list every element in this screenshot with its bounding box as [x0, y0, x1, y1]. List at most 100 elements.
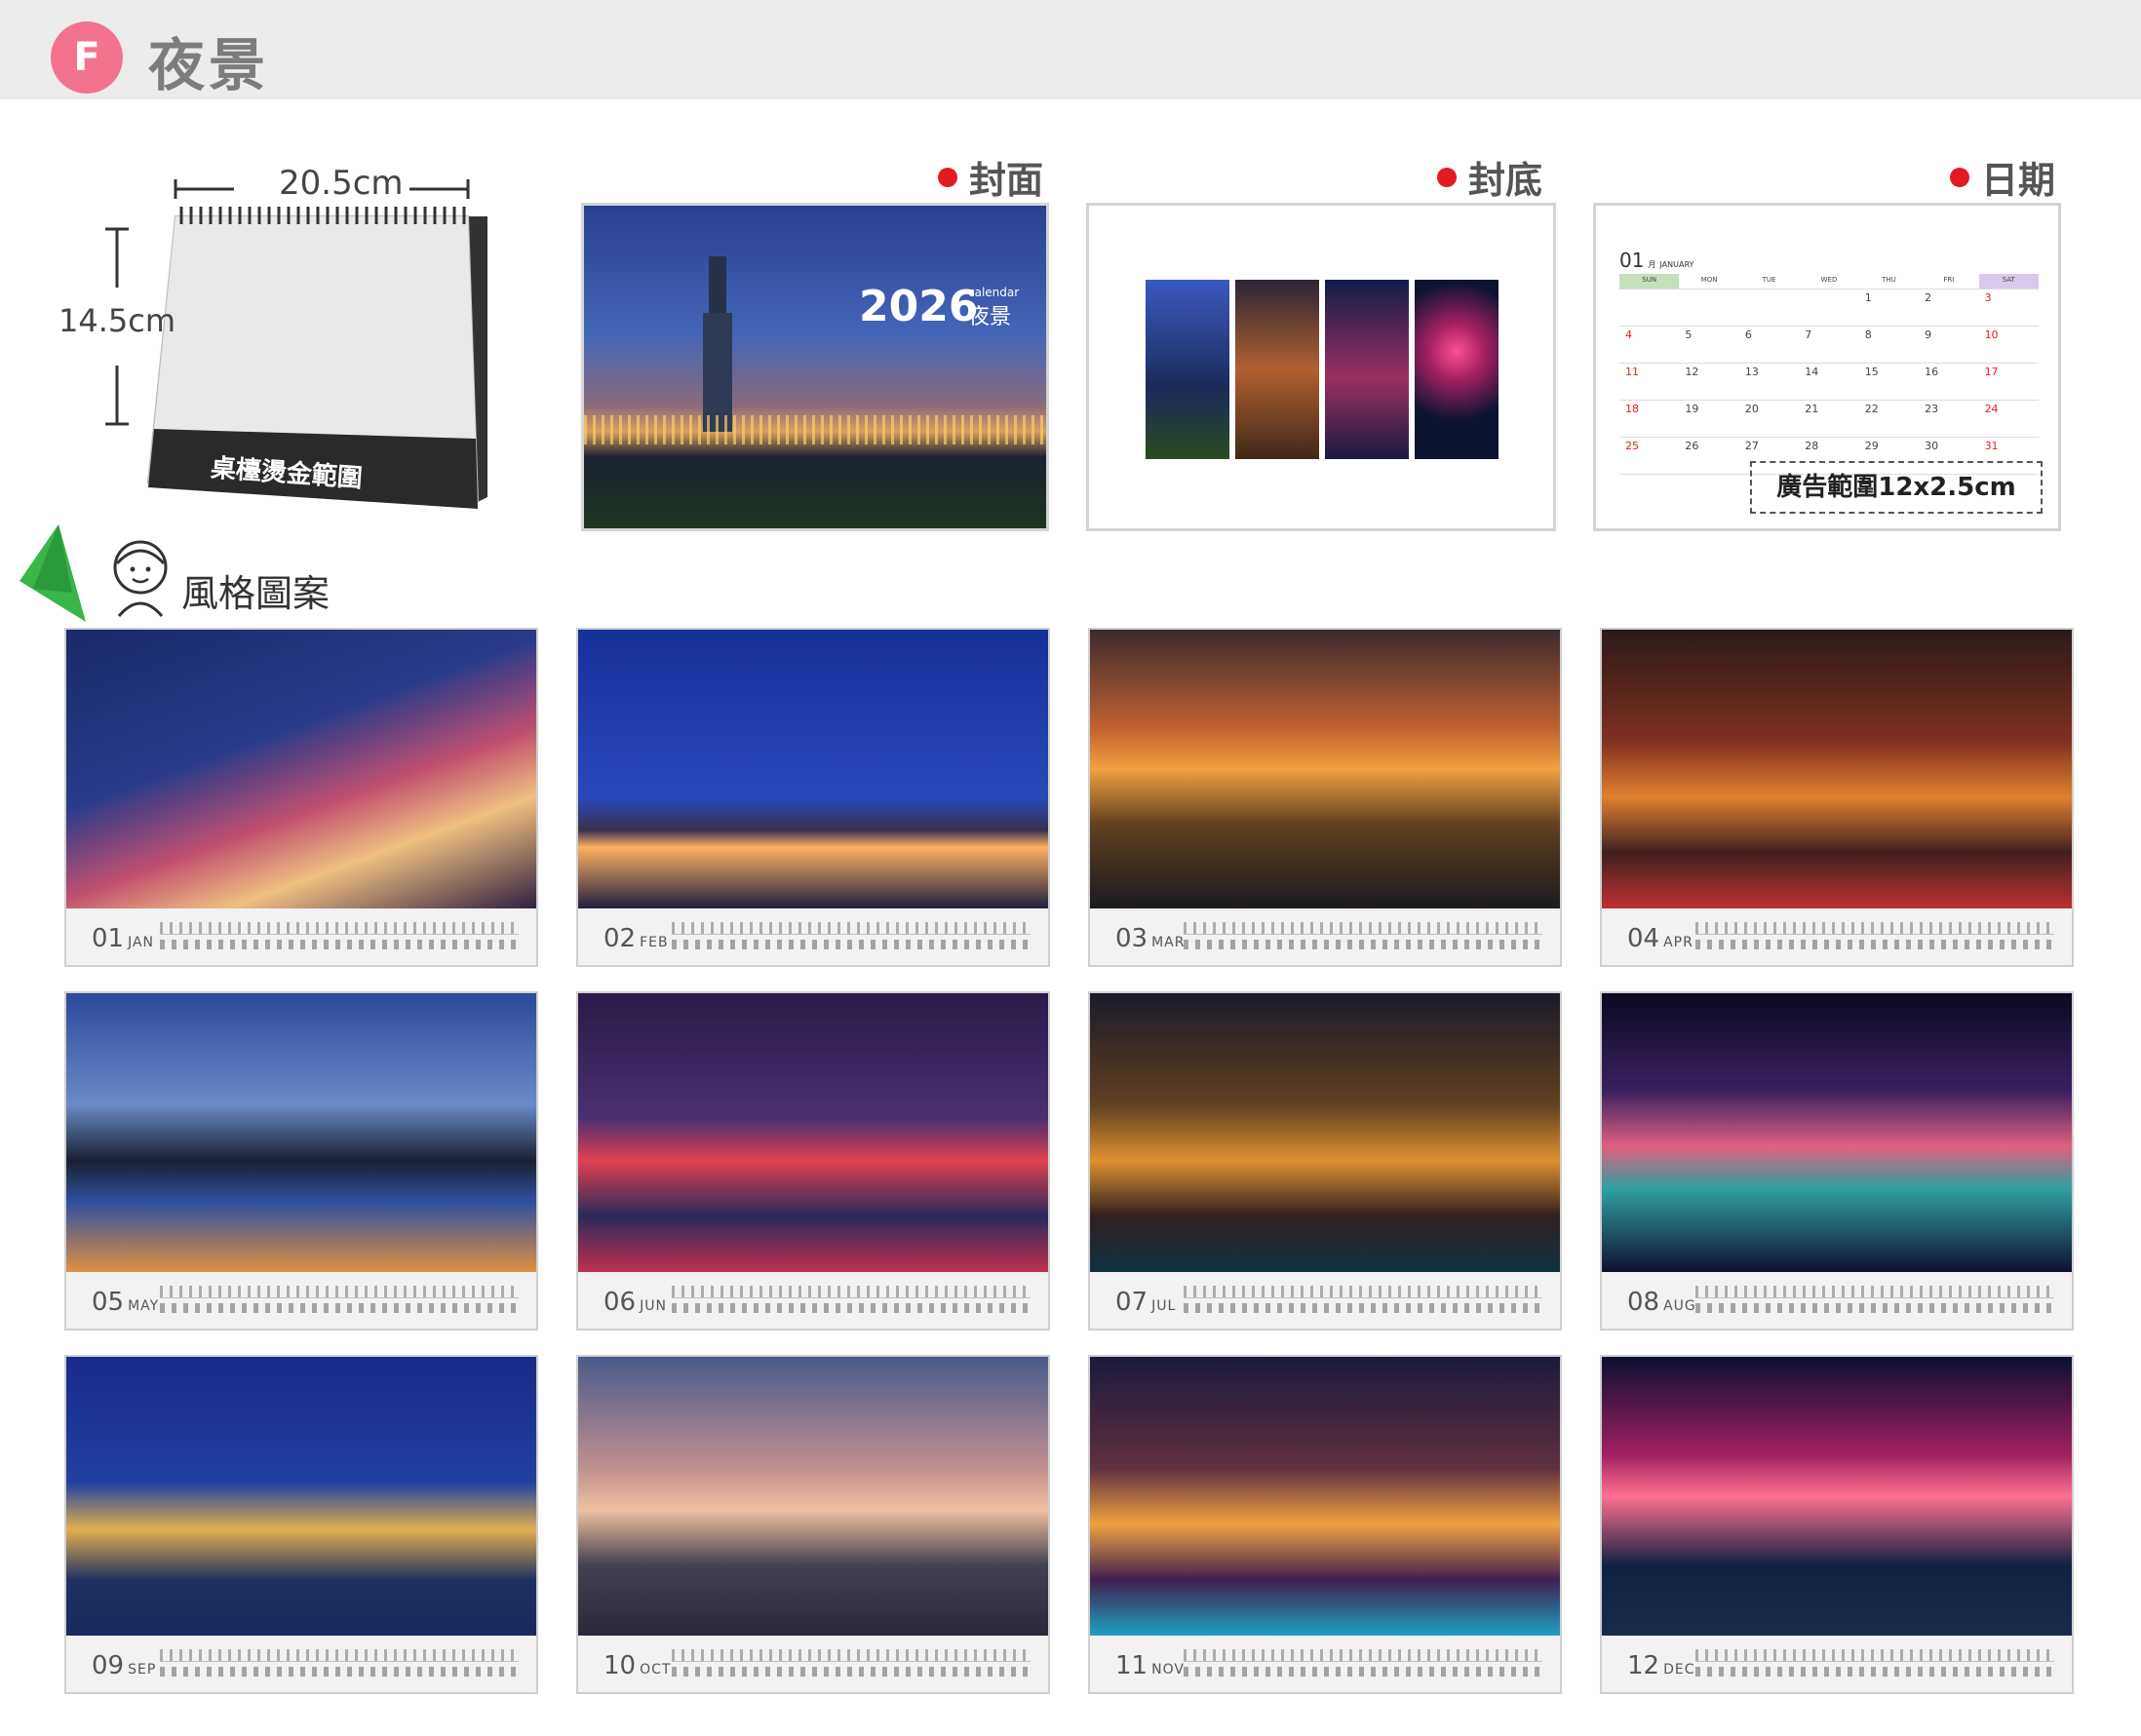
back-thumb-taipei — [1146, 280, 1229, 459]
day-strip — [160, 1649, 519, 1678]
month-strip: 03 MAR — [1090, 908, 1560, 965]
day-cell: 19 — [1679, 401, 1739, 438]
weekday-letters — [672, 1649, 1031, 1662]
date-page-preview: 01 月 JANUARY SUN MON TUE WED THU FRI SAT 12345… — [1593, 203, 2061, 531]
month-strip: 06 JUN — [578, 1272, 1048, 1329]
month-label: 06 JUN — [603, 1288, 667, 1317]
month-strip: 11 NOV — [1090, 1636, 1560, 1692]
back-thumb-fireworks — [1415, 280, 1499, 459]
month-label: 09 SEP — [92, 1651, 156, 1680]
month-card: 02 FEB — [576, 628, 1050, 967]
date-page-title: 01 月 JANUARY — [1619, 249, 1694, 272]
month-label: 02 FEB — [603, 924, 669, 953]
cover-label: 封面 — [938, 150, 1043, 204]
month-name: SEP — [128, 1662, 157, 1678]
month-photo — [1602, 1357, 2072, 1636]
day-cell: 13 — [1738, 364, 1800, 401]
month-name: JUL — [1151, 1298, 1177, 1314]
month-label: 03 MAR — [1115, 924, 1185, 953]
day-cell: 5 — [1679, 327, 1739, 364]
day-cell: 8 — [1858, 327, 1920, 364]
month-number: 05 — [92, 1288, 125, 1317]
day-strip — [1184, 1649, 1542, 1678]
header-bar — [0, 0, 2141, 99]
cover-calendar-word: calendar — [968, 286, 1020, 299]
day-cell: 18 — [1619, 401, 1680, 438]
month-strip: 12 DEC — [1602, 1636, 2072, 1692]
weekday-letters — [1184, 922, 1542, 935]
weekday-cell: MON — [1679, 274, 1739, 289]
day-numbers — [160, 1667, 519, 1677]
day-strip — [1184, 922, 1542, 951]
day-cell: 22 — [1858, 401, 1920, 438]
weekday-cell: FRI — [1919, 274, 1979, 289]
month-card: 10 OCT — [576, 1355, 1050, 1694]
day-numbers — [1695, 1667, 2054, 1677]
weekday-letters — [160, 1649, 519, 1662]
month-photo — [66, 1357, 536, 1636]
date-label: 日期 — [1950, 150, 2055, 204]
cover-preview: 2026 calendar 夜景 — [581, 203, 1049, 531]
day-numbers — [1184, 940, 1542, 949]
month-name: DEC — [1663, 1662, 1695, 1678]
month-card: 04 APR — [1600, 628, 2074, 967]
day-numbers — [160, 940, 519, 949]
weekday-letters — [1184, 1649, 1542, 1662]
red-dot-icon — [938, 167, 957, 187]
day-numbers — [1184, 1303, 1542, 1313]
month-number: 02 — [603, 924, 637, 953]
tree-icon — [19, 524, 86, 622]
month-label: 04 APR — [1627, 924, 1693, 953]
month-number: 10 — [603, 1651, 637, 1680]
month-label: 07 JUL — [1115, 1288, 1176, 1317]
month-number: 08 — [1627, 1288, 1660, 1317]
day-numbers — [1184, 1667, 1542, 1677]
day-cell: 1 — [1858, 289, 1920, 327]
weekday-letters — [672, 922, 1031, 935]
month-strip: 07 JUL — [1090, 1272, 1560, 1329]
day-cell: 14 — [1799, 364, 1859, 401]
month-name: FEB — [640, 935, 669, 950]
day-cell: 7 — [1799, 327, 1859, 364]
day-cell: 25 — [1619, 438, 1680, 475]
day-cell: 10 — [1978, 327, 2039, 364]
month-number: 04 — [1627, 924, 1660, 953]
month-name: AUG — [1663, 1298, 1696, 1314]
cover-year: 2026 — [859, 282, 979, 331]
girl-face-icon — [113, 540, 168, 617]
month-photo — [66, 630, 536, 908]
red-dot-icon — [1437, 167, 1457, 187]
month-photo — [578, 993, 1048, 1272]
month-name: JUN — [640, 1298, 667, 1314]
month-number: 01 — [92, 924, 125, 953]
weekday-letters — [1695, 1286, 2054, 1298]
day-strip — [672, 922, 1031, 951]
weekday-cell: TUE — [1738, 274, 1800, 289]
month-card: 03 MAR — [1088, 628, 1562, 967]
weekday-letters — [1695, 922, 2054, 935]
month-label: 11 NOV — [1115, 1651, 1185, 1680]
month-card: 06 JUN — [576, 991, 1050, 1331]
day-strip — [1695, 1286, 2054, 1315]
day-grid: 1 2 3 4 5 6 7 8 9 10 11 12 13 14 15 16 17 18 19 20 21 22 23 24 2… — [1619, 289, 2039, 475]
month-strip: 09 SEP — [66, 1636, 536, 1692]
month-photo — [1602, 993, 2072, 1272]
cover-theme: 夜景 — [968, 305, 1012, 329]
month-strip: 02 FEB — [578, 908, 1048, 965]
month-strip: 01 JAN — [66, 908, 536, 965]
day-numbers — [672, 940, 1031, 949]
month-card: 01 JAN — [64, 628, 538, 967]
day-cell: 17 — [1978, 364, 2039, 401]
day-cell — [1738, 289, 1800, 327]
month-number: 06 — [603, 1288, 637, 1317]
back-thumb-bridge — [1235, 280, 1319, 459]
month-number: 07 — [1115, 1288, 1148, 1317]
day-strip — [1695, 1649, 2054, 1678]
day-cell: 9 — [1919, 327, 1979, 364]
height-dimension-label: 14.5cm — [58, 302, 176, 339]
month-label: 05 MAY — [92, 1288, 159, 1317]
month-strip: 08 AUG — [1602, 1272, 2072, 1329]
weekday-cell: THU — [1858, 274, 1920, 289]
style-label: 風格圖案 — [181, 572, 331, 615]
month-card: 12 DEC — [1600, 1355, 2074, 1694]
